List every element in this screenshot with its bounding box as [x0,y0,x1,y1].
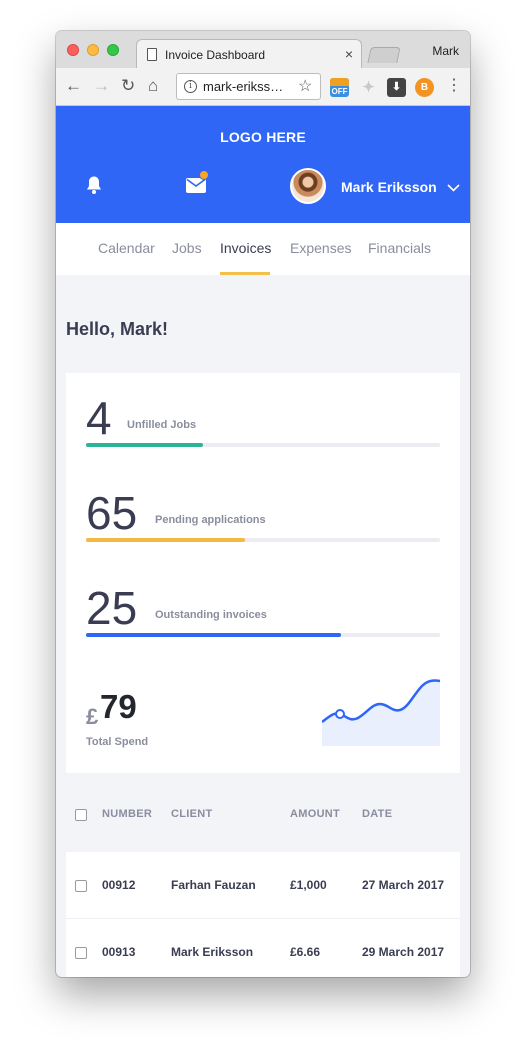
unfilled-jobs-progress [86,443,440,447]
bitcoin-extension-icon[interactable]: B [415,78,434,97]
invoice-date: 27 March 2017 [362,878,445,892]
unfilled-jobs-label: Unfilled Jobs [127,419,197,431]
table-row[interactable]: 00912 Farhan Fauzan £1,000 27 March 2017 [66,852,460,918]
tab-calendar[interactable]: Calendar [98,240,155,256]
browser-menu-icon[interactable]: ⋮ [446,76,462,96]
invoice-client: Mark Eriksson [171,945,254,959]
invoice-client: Farhan Fauzan [171,878,256,892]
back-arrow-icon[interactable]: ← [65,74,82,98]
invoice-amount: £1,000 [290,878,327,892]
tab-financials[interactable]: Financials [368,240,431,256]
spend-currency: £ [86,704,99,729]
coupon-extension-label: OFF [331,87,348,96]
column-client[interactable]: CLIENT [171,808,213,820]
table-row[interactable]: 00913 Mark Eriksson £6.66 29 March 2017 [66,918,460,977]
tab-invoices[interactable]: Invoices [220,240,271,256]
main-nav: Calendar Jobs Invoices Expenses Financia… [56,223,470,275]
active-tab-indicator [220,272,270,275]
invoice-table: 00912 Farhan Fauzan £1,000 27 March 2017… [66,852,460,977]
column-amount[interactable]: AMOUNT [290,808,340,820]
outstanding-invoices-progress-fill [86,633,341,637]
new-tab-button[interactable] [367,47,401,63]
total-spend-label: Total Spend [86,736,149,748]
invoice-number: 00912 [102,878,136,892]
outstanding-invoices-progress [86,633,440,637]
maximize-window-button[interactable] [107,44,119,56]
column-number[interactable]: NUMBER [102,808,152,820]
tab-expenses[interactable]: Expenses [290,240,351,256]
forward-arrow-icon[interactable]: → [93,74,110,98]
url-text[interactable]: mark-erikss… [203,79,283,94]
select-all-checkbox[interactable] [75,809,87,821]
disabled-extension-icon[interactable]: ✦ [359,78,378,97]
row-checkbox[interactable] [75,947,87,959]
app-header: LOGO HERE Mark Eriksson [56,106,470,223]
bookmark-star-icon[interactable]: ☆ [298,76,312,96]
logo[interactable]: LOGO HERE [56,129,470,145]
download-extension-icon[interactable]: ⬇ [387,78,406,97]
notification-dot [199,170,209,180]
row-checkbox[interactable] [75,880,87,892]
tab-title: Invoice Dashboard [165,48,266,62]
browser-profile-name[interactable]: Mark [432,44,459,58]
home-icon[interactable]: ⌂ [148,74,158,98]
bell-icon[interactable] [85,175,103,195]
column-date[interactable]: DATE [362,808,392,820]
avatar[interactable] [290,168,326,204]
invoice-amount: £6.66 [290,945,321,959]
minimize-window-button[interactable] [87,44,99,56]
pending-applications-label: Pending applications [155,514,266,526]
reload-icon[interactable]: ↻ [121,74,135,98]
chevron-down-icon[interactable] [447,184,460,192]
tab-jobs[interactable]: Jobs [172,240,202,256]
mail-icon[interactable] [186,178,206,193]
page-icon [147,48,157,61]
total-spend-value: 79 [100,688,137,725]
invoice-number: 00913 [102,945,136,959]
outstanding-invoices-value: 25 [86,582,138,634]
coupon-extension-icon[interactable]: OFF [330,78,349,97]
unfilled-jobs-progress-fill [86,443,203,447]
info-icon[interactable]: i [184,80,197,93]
invoice-table-header: NUMBER CLIENT AMOUNT DATE [66,796,460,834]
invoice-date: 29 March 2017 [362,945,445,959]
pending-applications-progress [86,538,440,542]
stats-card: 4 Unfilled Jobs 65 Pending applications … [66,373,460,773]
page-title: Hello, Mark! [66,319,169,339]
pending-applications-progress-fill [86,538,246,542]
browser-window: Invoice Dashboard × Mark ← → ↻ ⌂ i mark-… [56,31,470,977]
tab-close-icon[interactable]: × [345,46,353,62]
pending-applications-value: 65 [86,487,138,539]
browser-toolbar: ← → ↻ ⌂ i mark-erikss… ☆ OFF ✦ ⬇ B ⋮ [56,68,470,106]
browser-tab-bar: Invoice Dashboard × Mark [56,31,470,68]
browser-tab[interactable]: Invoice Dashboard × [136,39,362,68]
close-window-button[interactable] [67,44,79,56]
unfilled-jobs-value: 4 [86,392,112,444]
outstanding-invoices-label: Outstanding invoices [155,609,267,621]
spend-sparkline [322,679,440,746]
user-name[interactable]: Mark Eriksson [341,179,437,195]
